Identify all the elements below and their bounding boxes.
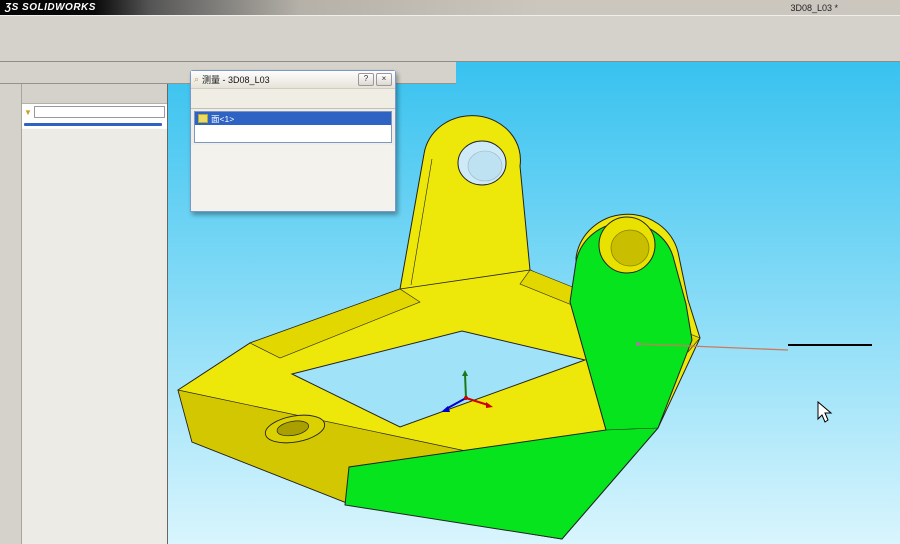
tree-filter-input[interactable] bbox=[34, 106, 165, 118]
manager-panel-tabs bbox=[22, 84, 167, 104]
solidworks-window: ƷS SOLIDWORKS 3D08_L03 * bbox=[0, 0, 900, 544]
rollback-bar[interactable] bbox=[24, 123, 162, 126]
measure-selection-list[interactable]: 面<1> bbox=[194, 111, 392, 143]
selected-entity-label: 面<1> bbox=[211, 113, 234, 125]
command-manager-toolbar bbox=[0, 15, 900, 62]
measure-dialog-toolbar bbox=[191, 89, 395, 109]
face-icon bbox=[198, 114, 208, 123]
document-title: 3D08_L03 * bbox=[790, 3, 838, 13]
title-bar: ƷS SOLIDWORKS 3D08_L03 * bbox=[0, 0, 900, 15]
sidebar: ▼ bbox=[0, 84, 168, 544]
measure-dialog: ⌕ 测量 - 3D08_L03 ? × 面<1> bbox=[190, 70, 396, 212]
annotation-toolbar bbox=[0, 84, 22, 544]
main-area: ▼ ⌕ 测量 - 3D08_L03 ? × 面<1> bbox=[0, 62, 900, 544]
feature-manager-panel: ▼ bbox=[22, 84, 168, 544]
help-button[interactable]: ? bbox=[358, 73, 374, 86]
measurement-callout bbox=[788, 344, 872, 346]
close-button[interactable]: × bbox=[376, 73, 392, 86]
measure-dialog-title: 测量 - 3D08_L03 bbox=[202, 73, 270, 86]
measure-results bbox=[191, 145, 395, 211]
selected-entity-row[interactable]: 面<1> bbox=[195, 112, 391, 125]
solidworks-logo: ƷS SOLIDWORKS bbox=[0, 2, 104, 13]
tree-filter-row: ▼ bbox=[22, 104, 167, 120]
feature-tree bbox=[22, 120, 167, 121]
measure-dialog-titlebar[interactable]: ⌕ 测量 - 3D08_L03 ? × bbox=[191, 71, 395, 89]
measure-icon: ⌕ bbox=[194, 74, 199, 85]
tree-empty-area bbox=[22, 128, 167, 544]
filter-funnel-icon: ▼ bbox=[24, 108, 32, 117]
mouse-cursor bbox=[818, 402, 831, 422]
